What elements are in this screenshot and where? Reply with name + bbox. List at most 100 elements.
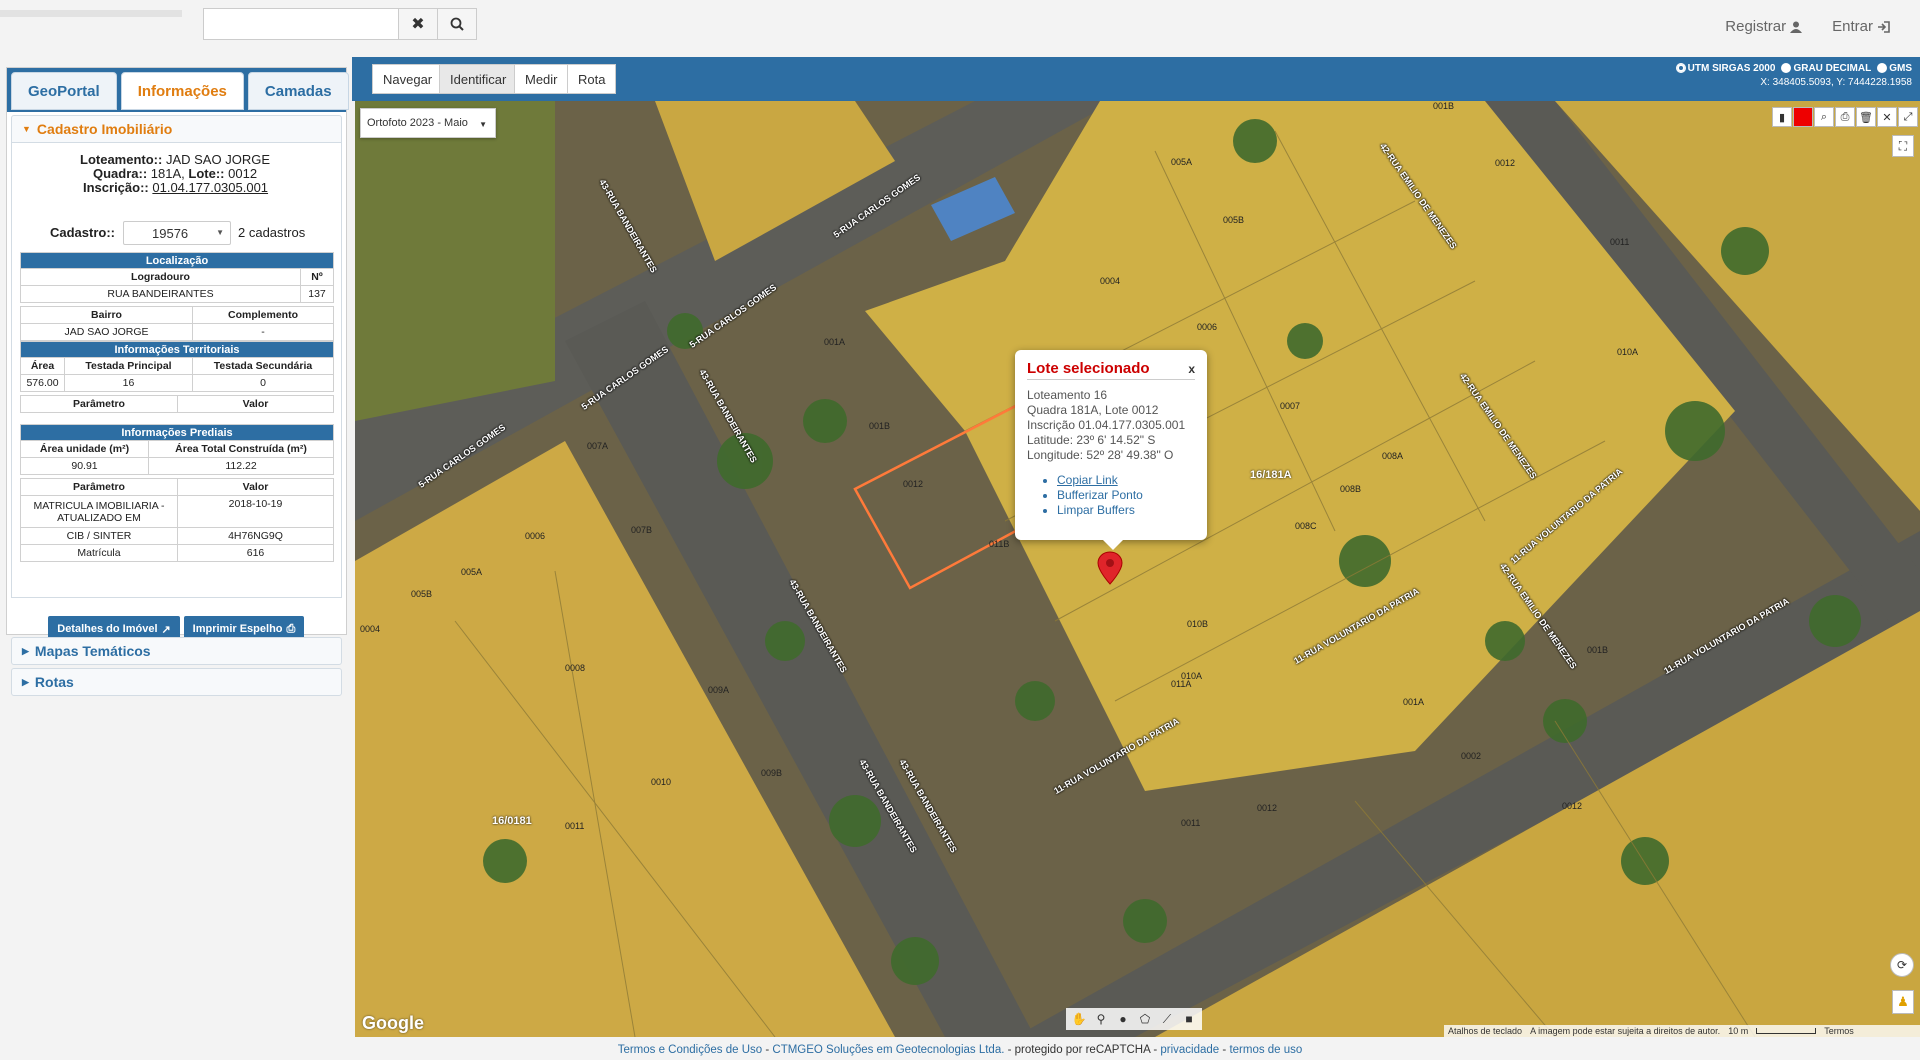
map-marker-icon[interactable] xyxy=(1097,551,1123,585)
accordion-cadastro-imobiliario[interactable]: ▼ Cadastro Imobiliário xyxy=(11,115,342,143)
left-panel: GeoPortal Informações Camadas ▼ Cadastro… xyxy=(6,67,349,696)
map-imagery xyxy=(355,101,1920,1037)
mode-identificar-button[interactable]: Identificar xyxy=(439,64,518,94)
footer-privacy-link[interactable]: privacidade xyxy=(1160,1044,1219,1056)
prediais-param-table: Parâmetro Valor MATRICULA IMOBILIARIA - … xyxy=(20,478,334,562)
login-link[interactable]: Entrar xyxy=(1832,18,1890,35)
limpar-buffers-link[interactable]: Limpar Buffers xyxy=(1057,503,1135,517)
layer-select[interactable]: Ortofoto 2023 - Maio ▼ xyxy=(360,108,496,138)
scale-bar xyxy=(1756,1028,1817,1034)
radio-icon xyxy=(1781,63,1792,74)
keyboard-shortcuts-link[interactable]: Atalhos de teclado xyxy=(1448,1026,1522,1036)
pin-icon[interactable]: ⚲ xyxy=(1092,1010,1110,1028)
zoom-search-icon[interactable]: ⌕ xyxy=(1814,107,1834,127)
mode-rota-button[interactable]: Rota xyxy=(567,64,617,94)
popup-link-item: Bufferizar Ponto xyxy=(1057,488,1195,503)
caret-down-icon: ▼ xyxy=(479,120,487,129)
panel-tabs: GeoPortal Informações Camadas xyxy=(7,68,349,112)
value-matricula-imobiliaria: 2018-10-19 xyxy=(177,495,334,528)
close-icon[interactable]: ✕ xyxy=(1877,107,1897,127)
quadra-value: 181A, xyxy=(150,166,185,181)
radio-icon xyxy=(1877,63,1888,74)
quadra-label: Quadra:: xyxy=(93,166,148,181)
footer-tos-link[interactable]: termos de uso xyxy=(1229,1044,1302,1056)
bufferizar-ponto-link[interactable]: Bufferizar Ponto xyxy=(1057,488,1143,502)
coord-option-utm[interactable]: UTM SIRGAS 2000 xyxy=(1675,62,1775,76)
tab-camadas[interactable]: Camadas xyxy=(247,72,349,110)
map-canvas[interactable]: 0012 001A 001B 011B 011A 010B 010A 0009 … xyxy=(355,101,1920,1037)
expand-icon[interactable]: ⤢ xyxy=(1898,107,1918,127)
inscricao-line: Inscrição:: 01.04.177.0305.001 xyxy=(83,180,268,195)
copiar-link[interactable]: Copiar Link xyxy=(1057,473,1118,487)
cadastros-count: 2 cadastros xyxy=(238,225,306,240)
search-input[interactable] xyxy=(204,9,398,39)
search-button[interactable] xyxy=(437,9,476,39)
inscricao-label: Inscrição:: xyxy=(83,180,149,195)
popup-line: Inscrição 01.04.177.0305.001 xyxy=(1027,418,1186,432)
testada-secundaria-value: 0 xyxy=(192,374,334,392)
accordion-mapas-tematicos[interactable]: ▶ Mapas Temáticos xyxy=(11,637,342,665)
tab-geoportal[interactable]: GeoPortal xyxy=(11,72,117,110)
search-box: ✖ xyxy=(203,8,477,40)
footer-company-link[interactable]: CTMGEO Soluções em Geotecnologias Ltda. xyxy=(772,1044,1004,1056)
user-icon xyxy=(1790,21,1803,33)
col-testada-secundaria: Testada Secundária xyxy=(192,357,334,375)
circle-icon[interactable]: ● xyxy=(1114,1010,1132,1028)
user-links: Registrar Entrar xyxy=(1725,18,1890,35)
register-label: Registrar xyxy=(1725,18,1787,35)
pegman-icon: ♟ xyxy=(1897,994,1909,1009)
accordion-rotas[interactable]: ▶ Rotas xyxy=(11,668,342,696)
hand-icon[interactable]: ✋ xyxy=(1070,1010,1088,1028)
trash-icon[interactable]: 🗑 xyxy=(1856,107,1876,127)
value-matricula: 616 xyxy=(177,544,334,562)
quadra-lote-line: Quadra:: 181A, Lote:: 0012 xyxy=(93,166,257,181)
col-parametro: Parâmetro xyxy=(20,478,178,496)
footer-sep: - xyxy=(762,1044,773,1056)
mode-medir-button[interactable]: Medir xyxy=(514,64,569,94)
fullscreen-icon: ⛶ xyxy=(1898,138,1908,153)
inscricao-value: 01.04.177.0305.001 xyxy=(152,180,269,195)
localizacao-table: Localização Logradouro Nº RUA BANDEIRANT… xyxy=(20,252,334,303)
footer: Termos e Condições de Uso - CTMGEO Soluç… xyxy=(0,1044,1920,1060)
prediais-title: Informações Prediais xyxy=(20,424,334,441)
lote-value: 0012 xyxy=(228,166,258,181)
popup-title: Lote selecionado xyxy=(1027,360,1195,380)
footer-terms-link[interactable]: Termos e Condições de Uso xyxy=(618,1044,762,1056)
popup-close-button[interactable]: x xyxy=(1188,362,1195,376)
chart-icon[interactable]: ▮ xyxy=(1772,107,1792,127)
cadastro-label: Cadastro:: xyxy=(50,225,116,240)
popup-line: Latitude: 23º 6' 14.52" S xyxy=(1027,433,1156,447)
col-testada-principal: Testada Principal xyxy=(64,357,193,375)
rotate-button[interactable]: ⟳ xyxy=(1890,953,1914,977)
fullscreen-button[interactable]: ⛶ xyxy=(1892,135,1914,157)
loteamento-label: Loteamento:: xyxy=(80,152,163,167)
tab-informacoes[interactable]: Informações xyxy=(120,72,244,110)
terms-link[interactable]: Termos xyxy=(1824,1026,1854,1036)
rotate-icon: ⟳ xyxy=(1896,958,1908,972)
complemento-value: - xyxy=(192,323,334,341)
coord-option-grau-decimal[interactable]: GRAU DECIMAL xyxy=(1781,62,1871,76)
accordion-title: Cadastro Imobiliário xyxy=(36,121,173,137)
clear-search-button[interactable]: ✖ xyxy=(398,9,437,39)
color-swatch-button[interactable] xyxy=(1793,107,1813,127)
coord-readout: X: 348405.5093, Y: 7444228.1958 xyxy=(1760,77,1912,88)
map-toolbar: Navegar Identificar Medir Rota UTM SIRGA… xyxy=(352,57,1920,101)
print-icon[interactable]: ⎙ xyxy=(1835,107,1855,127)
polyline-icon[interactable]: ⟋ xyxy=(1158,1010,1176,1028)
param-cib-sinter: CIB / SINTER xyxy=(20,527,178,545)
coordinate-box: UTM SIRGAS 2000 GRAU DECIMAL GMS X: 3484… xyxy=(1675,62,1912,90)
area-value: 576.00 xyxy=(20,374,65,392)
col-valor: Valor xyxy=(177,395,334,413)
rectangle-icon[interactable]: ■ xyxy=(1180,1010,1198,1028)
mode-navegar-button[interactable]: Navegar xyxy=(372,64,444,94)
register-link[interactable]: Registrar xyxy=(1725,18,1803,35)
top-bar: ✖ Registrar Entrar xyxy=(0,0,1920,56)
cadastro-select[interactable]: 19576 ▼ xyxy=(123,221,231,245)
scale-text: 10 m xyxy=(1728,1026,1749,1036)
col-complemento: Complemento xyxy=(192,306,334,324)
polygon-icon[interactable]: ⬠ xyxy=(1136,1010,1154,1028)
coord-option-gms[interactable]: GMS xyxy=(1877,62,1912,76)
testada-principal-value: 16 xyxy=(64,374,193,392)
street-view-button[interactable]: ♟ xyxy=(1892,990,1914,1014)
times-icon: ✖ xyxy=(411,16,425,33)
